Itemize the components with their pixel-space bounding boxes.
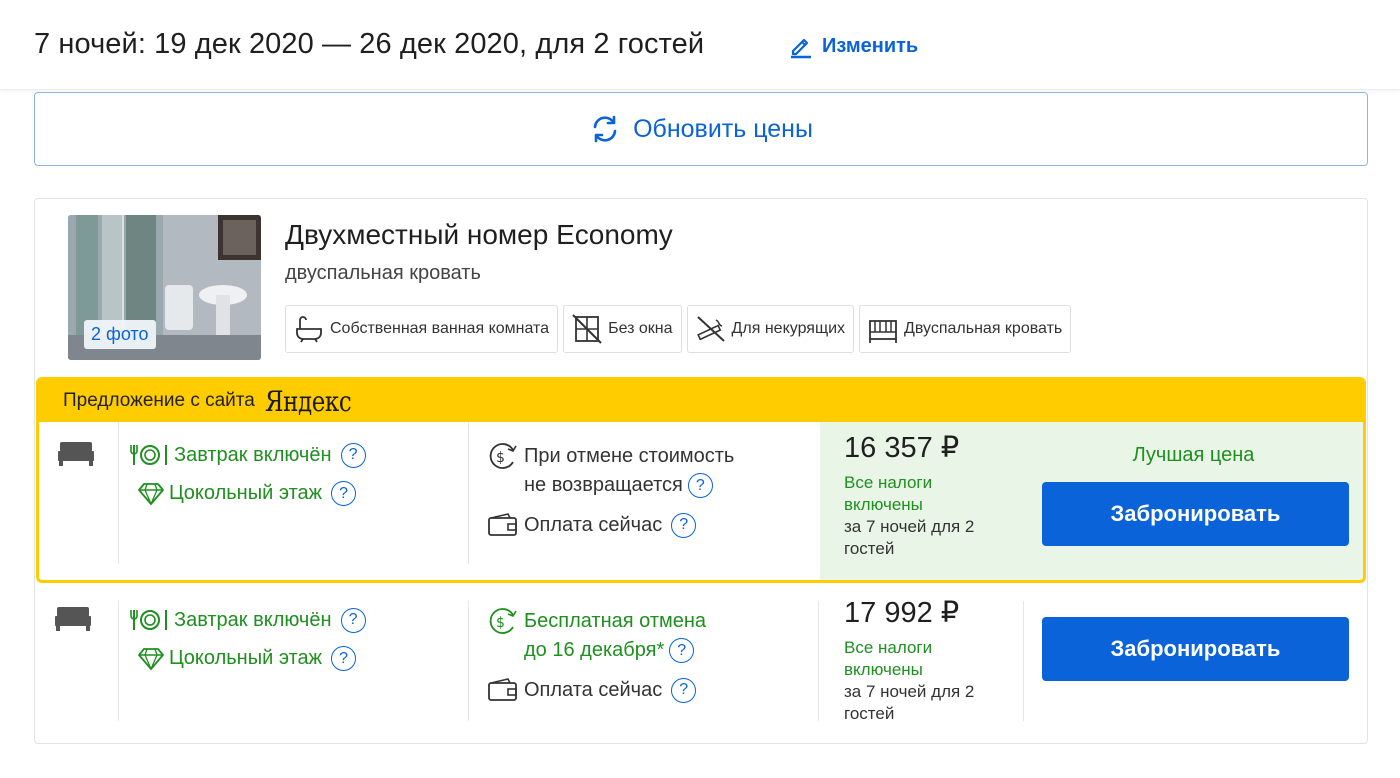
wallet-icon (488, 513, 517, 536)
tax-note: Все налоги включены (844, 638, 933, 679)
payment-help-icon[interactable]: ? (671, 512, 697, 538)
amenity-double-bed: Двуспальная кровать (859, 305, 1072, 353)
payment-info: Оплата сейчас ? (486, 512, 697, 538)
svg-text:$: $ (496, 450, 505, 466)
room-title: Двухместный номер Economy (285, 219, 673, 250)
no-smoking-icon (696, 316, 725, 342)
yandex-logo: Яндекс (264, 384, 352, 418)
price-cell: 16 357 ₽ Все налоги включены за 7 ночей … (820, 422, 1024, 580)
amenity-non-smoking: Для некурящих (686, 305, 855, 353)
bed-icon-cell (54, 603, 92, 638)
amenity-label: Двуспальная кровать (904, 320, 1063, 337)
room-photo[interactable]: 2 фото (68, 215, 261, 360)
search-summary-bar: 7 ночей: 19 дек 2020 — 26 дек 2020, для … (0, 0, 1400, 90)
column-divider (468, 601, 469, 721)
price-value: 17 992 ₽ (844, 597, 960, 629)
price-cell: 17 992 ₽ Все налоги включены за 7 ночей … (820, 587, 1024, 737)
payment-info: Оплата сейчас ? (486, 677, 697, 703)
amenity-private-bathroom: Собственная ванная комната (285, 305, 559, 353)
cancellation-line-2: не возвращается (524, 474, 683, 496)
room-card: 2 фото Двухместный номер Economy двуспал… (34, 198, 1368, 744)
amenity-label: Собственная ванная комната (330, 320, 550, 337)
money-back-icon: $ (489, 608, 517, 634)
best-price-badge: Лучшая цена (1132, 444, 1255, 466)
nights-note: за 7 ночей для 2 гостей (844, 517, 975, 558)
floor-info: Цокольный этаж ? (137, 646, 357, 671)
booking-cell: Лучшая цена Забронировать (1024, 422, 1363, 580)
payment-help-icon[interactable]: ? (671, 677, 697, 703)
refresh-icon (593, 115, 617, 143)
column-divider (818, 601, 819, 721)
floor-label: Цокольный этаж (169, 647, 323, 669)
diamond-icon (138, 647, 164, 671)
offer-body: Завтрак включён ? Цокольный этаж ? $ (36, 587, 1366, 737)
cancellation-info: $ При отмене стоимость не возвращается ? (486, 442, 734, 500)
meal-icon (130, 610, 167, 630)
meal-label: Завтрак включён (174, 443, 332, 466)
floor-label: Цокольный этаж (169, 482, 323, 504)
book-button[interactable]: Забронировать (1042, 617, 1349, 681)
refresh-prices-label: Обновить цены (633, 114, 813, 143)
meal-info: Завтрак включён ? (130, 607, 366, 633)
cancellation-line-2: до 16 декабря* (524, 639, 665, 661)
meal-label: Завтрак включён (174, 608, 332, 631)
payment-label: Оплата сейчас (524, 678, 663, 701)
column-divider (118, 422, 119, 564)
refresh-prices-button[interactable]: Обновить цены (34, 92, 1368, 166)
tax-note: Все налоги включены (844, 473, 933, 514)
money-back-icon: $ (489, 443, 517, 469)
payment-label: Оплата сейчас (524, 513, 663, 536)
floor-help-icon[interactable]: ? (331, 646, 357, 671)
floor-info: Цокольный этаж ? (137, 481, 357, 506)
cancellation-help-icon[interactable]: ? (687, 473, 713, 498)
bed-icon (58, 442, 94, 466)
column-divider (468, 422, 469, 564)
diamond-icon (138, 482, 164, 506)
meal-help-icon[interactable]: ? (340, 442, 366, 468)
amenity-label: Для некурящих (731, 320, 846, 337)
cancellation-info: $ Бесплатная отмена до 16 декабря* ? (486, 607, 706, 665)
meal-info: Завтрак включён ? (130, 442, 366, 468)
no-window-icon (572, 314, 602, 344)
pencil-icon (791, 38, 811, 59)
amenity-list: Собственная ванная комната Без окна Для … (285, 305, 1072, 353)
book-button[interactable]: Забронировать (1042, 482, 1349, 546)
cancellation-line-1: Бесплатная отмена (524, 610, 707, 632)
amenity-label: Без окна (608, 320, 673, 337)
cancellation-help-icon[interactable]: ? (669, 638, 695, 663)
bed-icon (55, 607, 91, 631)
double-bed-icon (869, 320, 897, 343)
svg-text:$: $ (496, 615, 505, 631)
room-bed-type: двуспальная кровать (285, 262, 481, 284)
column-divider (118, 601, 119, 721)
wallet-icon (488, 678, 517, 701)
floor-help-icon[interactable]: ? (331, 481, 357, 506)
cancellation-line-1: При отмене стоимость (524, 445, 735, 467)
offer-source-header: Предложение с сайта Яндекс (39, 380, 1363, 422)
meal-help-icon[interactable]: ? (340, 607, 366, 633)
photo-count-badge: 2 фото (84, 320, 156, 349)
offer-row: Завтрак включён ? Цокольный этаж ? $ Бес… (36, 587, 1366, 737)
bathtub-icon (296, 316, 322, 343)
offer-row-best: Предложение с сайта Яндекс Завтрак включ… (36, 377, 1366, 583)
price-value: 16 357 ₽ (844, 432, 960, 464)
nights-note: за 7 ночей для 2 гостей (844, 682, 975, 723)
amenity-no-window: Без окна (563, 305, 682, 353)
meal-icon (130, 445, 167, 465)
change-search-label: Изменить (822, 34, 919, 57)
offer-source-label: Предложение с сайта (63, 390, 255, 411)
booking-cell: Забронировать (1024, 587, 1366, 737)
offer-body: Завтрак включён ? Цокольный этаж ? $ (39, 422, 1363, 580)
change-search-link[interactable]: Изменить (788, 33, 918, 59)
bed-icon-cell (57, 438, 95, 473)
stay-summary: 7 ночей: 19 дек 2020 — 26 дек 2020, для … (34, 28, 705, 60)
